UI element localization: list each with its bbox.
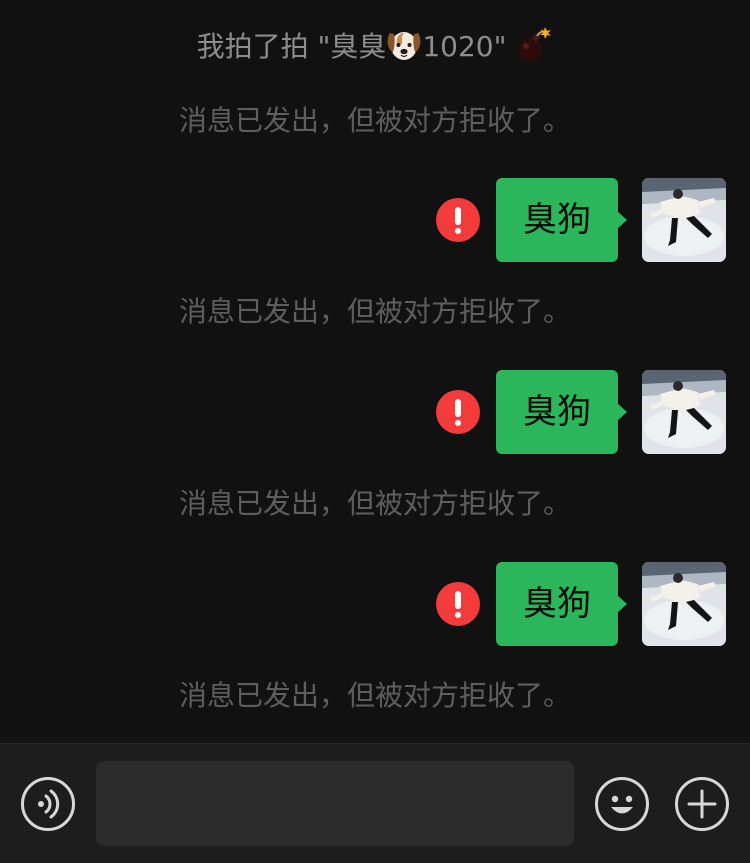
error-icon[interactable] <box>436 198 480 242</box>
bomb-icon <box>518 27 552 62</box>
error-icon[interactable] <box>436 390 480 434</box>
message-row: 臭狗 <box>0 178 750 262</box>
reject-notice: 消息已发出，但被对方拒收了。 <box>178 104 571 137</box>
message-row: 臭狗 <box>0 370 750 454</box>
message-input[interactable] <box>96 761 574 846</box>
reject-notice: 消息已发出，但被对方拒收了。 <box>178 679 571 712</box>
plus-icon <box>687 789 717 819</box>
voice-button[interactable] <box>21 777 75 831</box>
pat-prefix: 我拍了拍 "臭臭 <box>196 30 387 63</box>
emoji-icon <box>611 795 633 814</box>
reject-notice: 消息已发出，但被对方拒收了。 <box>178 295 571 328</box>
message-bubble[interactable]: 臭狗 <box>496 562 627 646</box>
pat-suffix: 1020" <box>422 30 507 63</box>
chat-area[interactable]: 我拍了拍 "臭臭 1020" 消息已发出，但被对方拒收了。 臭狗 消息已发出，但… <box>0 0 750 743</box>
avatar[interactable] <box>642 178 726 262</box>
error-icon[interactable] <box>436 582 480 626</box>
dog-face-icon <box>387 32 421 60</box>
pat-notice: 我拍了拍 "臭臭 1020" <box>0 26 750 67</box>
message-row: 臭狗 <box>0 562 750 646</box>
avatar[interactable] <box>642 562 726 646</box>
input-bar <box>0 743 750 863</box>
emoji-button[interactable] <box>595 777 649 831</box>
voice-icon <box>38 789 60 819</box>
more-button[interactable] <box>675 777 729 831</box>
message-bubble[interactable]: 臭狗 <box>496 370 627 454</box>
avatar[interactable] <box>642 370 726 454</box>
message-bubble[interactable]: 臭狗 <box>496 178 627 262</box>
reject-notice: 消息已发出，但被对方拒收了。 <box>178 487 571 520</box>
